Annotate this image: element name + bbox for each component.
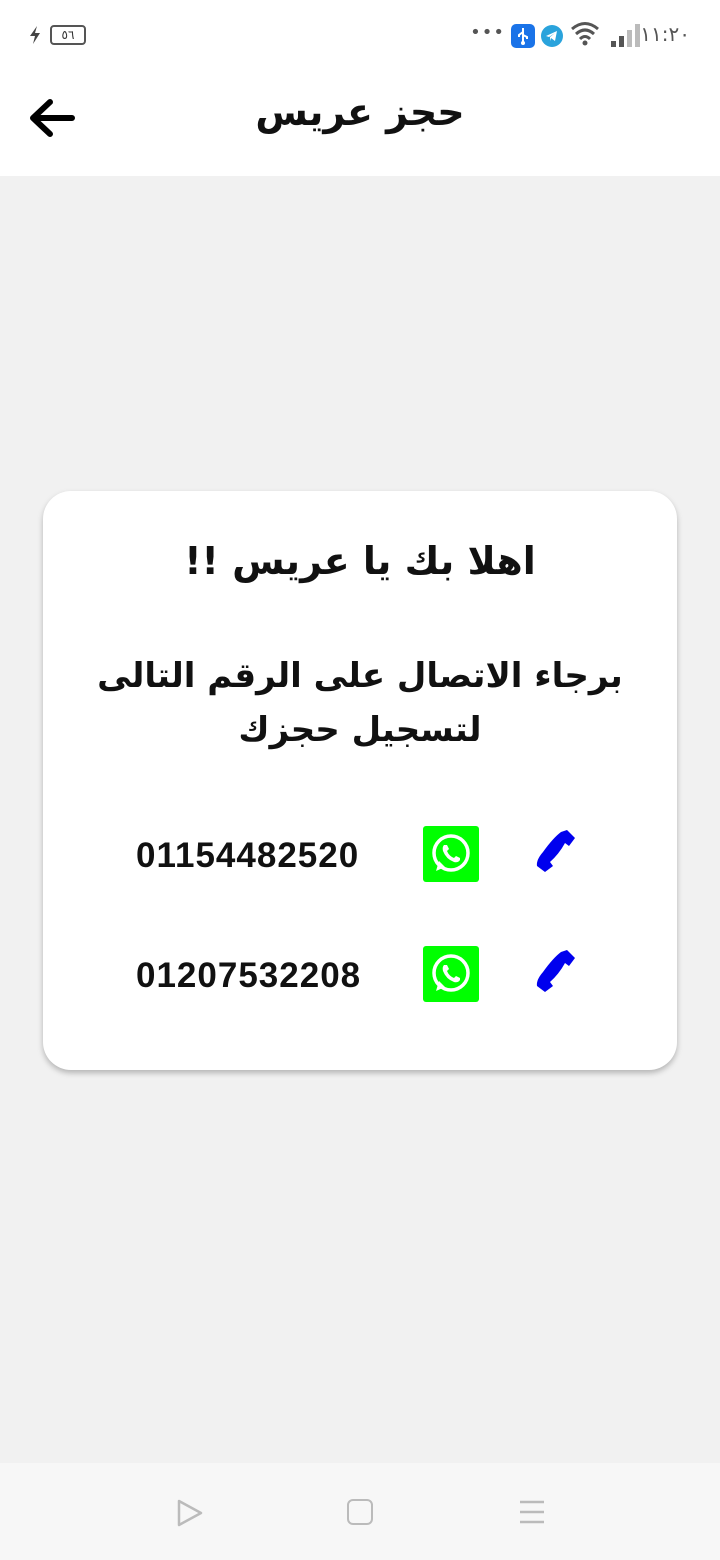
phone-icon[interactable]: [531, 946, 587, 1002]
contact-row: 01154482520: [43, 826, 677, 896]
phone-number[interactable]: 01207532208: [136, 956, 361, 996]
battery-icon: ٥٦: [50, 25, 86, 45]
wifi-icon: [571, 22, 599, 46]
more-notifications-indicator: •••: [470, 22, 505, 43]
contact-row: 01207532208: [43, 946, 677, 1016]
phone-icon[interactable]: [531, 826, 587, 882]
welcome-heading: اهلا بك يا عريس !!: [184, 539, 536, 583]
usb-icon: [511, 24, 535, 48]
system-nav-bar: [0, 1463, 720, 1560]
phone-number[interactable]: 01154482520: [136, 836, 359, 876]
instruction-text: برجاء الاتصال على الرقم التالى لتسجيل حج…: [97, 656, 623, 750]
battery-level: ٥٦: [61, 28, 75, 42]
whatsapp-icon[interactable]: [423, 946, 479, 1002]
nav-home-icon[interactable]: [347, 1499, 373, 1525]
telegram-icon: [541, 25, 563, 47]
whatsapp-icon[interactable]: [423, 826, 479, 882]
page-title: حجز عريس: [255, 90, 465, 134]
signal-icon: [611, 24, 640, 47]
status-time: ١١:٢٠: [640, 22, 690, 46]
charging-icon: [30, 26, 40, 44]
status-bar: ٥٦ ••• ١١:٢٠: [0, 0, 720, 70]
booking-card: اهلا بك يا عريس !! برجاء الاتصال على الر…: [43, 491, 677, 1070]
nav-back-icon[interactable]: [175, 1498, 205, 1528]
nav-menu-icon[interactable]: [518, 1499, 546, 1525]
app-bar: حجز عريس: [0, 70, 720, 176]
